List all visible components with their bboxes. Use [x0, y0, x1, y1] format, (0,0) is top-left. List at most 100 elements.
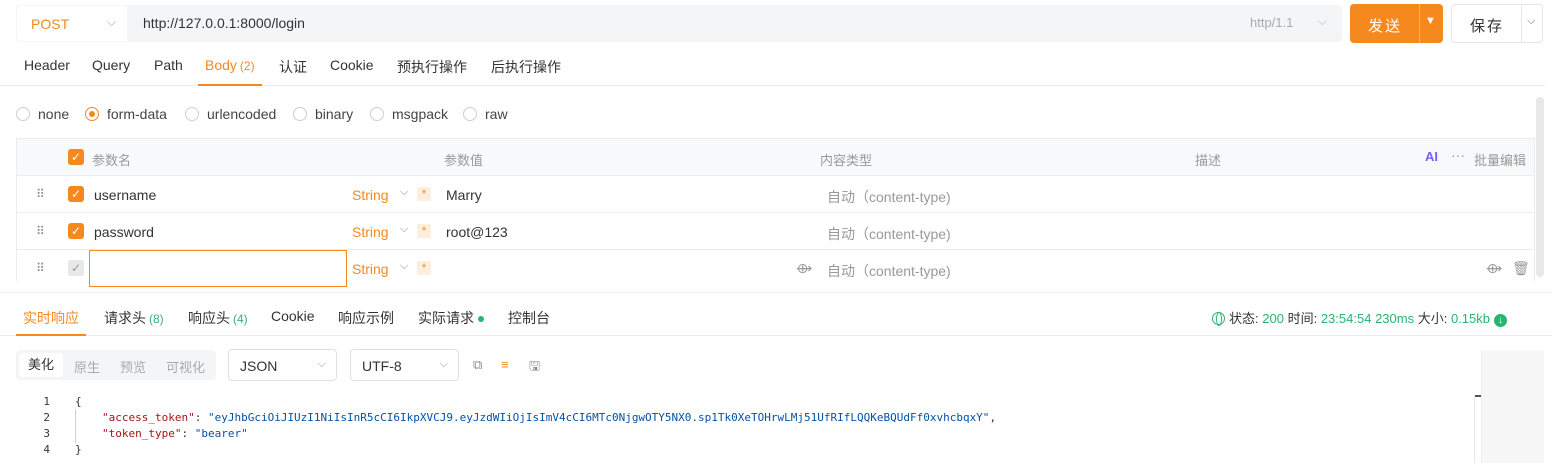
url-bar: POST ⌵ http://127.0.0.1:8000/login http/…: [16, 5, 1342, 42]
param-name-input[interactable]: [89, 250, 347, 287]
download-icon[interactable]: ↓: [1494, 314, 1508, 327]
tab-cookie[interactable]: Cookie: [271, 308, 315, 336]
param-value[interactable]: Marry: [446, 187, 482, 203]
tab-console[interactable]: 控制台: [508, 308, 550, 336]
row-checkbox[interactable]: ✓: [68, 260, 84, 276]
view-mode-preview[interactable]: 预览: [120, 357, 146, 376]
column-header-value: 参数值: [444, 153, 484, 168]
send-button[interactable]: 发送 ▼: [1350, 4, 1443, 43]
save-label: 保存: [1470, 18, 1505, 35]
more-icon[interactable]: ···: [1451, 147, 1465, 163]
divider: [1521, 5, 1522, 42]
status-dot-icon: [478, 316, 484, 323]
code-line: {: [75, 395, 82, 408]
save-icon[interactable]: 🖫: [529, 357, 540, 379]
select-all-checkbox[interactable]: ✓: [68, 149, 84, 165]
variable-icon[interactable]: ⟴: [1486, 260, 1502, 277]
view-mode-pretty[interactable]: 美化: [19, 353, 63, 377]
tab-label: Path: [154, 57, 183, 73]
tab-pre-request[interactable]: 预执行操作: [397, 57, 467, 86]
json-string: "bearer": [194, 427, 248, 440]
line-number: 3: [43, 427, 50, 440]
tab-path[interactable]: Path: [154, 57, 183, 86]
tab-count: (4): [233, 312, 248, 326]
status-code: 200: [1262, 311, 1284, 326]
tab-label: 实时响应: [23, 310, 79, 326]
param-content-type[interactable]: 自动（content-type): [827, 187, 951, 207]
status-label: 状态:: [1229, 311, 1259, 326]
tab-response-examples[interactable]: 响应示例: [338, 308, 394, 336]
code-line: "access_token": "eyJhbGciOiJIUzI1NiIsInR…: [102, 411, 997, 424]
radio-label: none: [38, 106, 70, 122]
protocol-select[interactable]: http/1.1: [1250, 15, 1293, 30]
ai-icon[interactable]: AI: [1425, 149, 1438, 164]
encoding-select[interactable]: UTF-8 ⌵: [350, 349, 459, 381]
row-checkbox[interactable]: ✓: [68, 186, 84, 202]
send-options-chevron-icon[interactable]: ▼: [1425, 15, 1436, 27]
url-input[interactable]: http://127.0.0.1:8000/login: [143, 15, 305, 31]
drag-handle-icon[interactable]: ⠿: [36, 225, 46, 237]
divider: [1419, 4, 1420, 43]
chevron-down-icon: ⌵: [400, 260, 409, 272]
param-value[interactable]: root@123: [446, 224, 508, 240]
param-type-select[interactable]: String: [352, 224, 389, 240]
size-label: 大小:: [1417, 311, 1448, 326]
radio-circle: [370, 107, 384, 121]
view-mode-visualize[interactable]: 可视化: [166, 357, 205, 376]
drag-handle-icon[interactable]: ⠿: [36, 262, 46, 274]
column-header-content-type: 内容类型: [820, 153, 873, 168]
radio-circle: [185, 107, 199, 121]
param-type-select[interactable]: String: [352, 261, 389, 277]
json-string: "eyJhbGciOiJIUzI1NiIsInR5cCI6IkpXVCJ9.ey…: [207, 411, 990, 424]
tab-query[interactable]: Query: [92, 57, 130, 86]
tab-label: Body: [205, 57, 237, 73]
radio-label: msgpack: [392, 106, 449, 122]
tab-live-response[interactable]: 实时响应: [16, 308, 86, 336]
wrap-icon[interactable]: ≡: [501, 357, 509, 372]
tab-response-headers[interactable]: 响应头 (4): [188, 308, 248, 336]
required-toggle[interactable]: *: [417, 187, 431, 201]
chevron-down-icon: ⌵: [317, 358, 326, 370]
divider: [0, 292, 1552, 293]
param-name[interactable]: password: [94, 224, 154, 240]
tab-body[interactable]: Body (2): [198, 57, 262, 86]
tab-header[interactable]: Header: [24, 57, 70, 86]
format-select[interactable]: JSON ⌵: [228, 349, 337, 381]
drag-handle-icon[interactable]: ⠿: [36, 188, 46, 200]
save-button[interactable]: 保存 ⌵: [1451, 4, 1543, 43]
tab-count: (8): [149, 312, 164, 326]
code-line: }: [75, 443, 82, 456]
view-mode-raw[interactable]: 原生: [74, 357, 100, 376]
scrollbar[interactable]: [1474, 395, 1482, 463]
tab-label: 控制台: [508, 310, 550, 326]
tab-post-request[interactable]: 后执行操作: [491, 57, 561, 86]
line-number: 4: [43, 443, 50, 456]
code-line: "token_type": "bearer": [102, 427, 248, 440]
response-code-view[interactable]: 1 2 3 4 { "access_token": "eyJhbGciOiJIU…: [0, 393, 1474, 463]
json-key: "access_token": [102, 411, 195, 424]
method-select[interactable]: POST ⌵: [17, 6, 127, 41]
params-table-header: ✓ 参数名 参数值 内容类型 描述 AI ··· 批量编辑: [17, 139, 1534, 176]
required-toggle[interactable]: *: [417, 224, 431, 238]
delete-icon[interactable]: 🗑: [1512, 260, 1530, 277]
required-toggle[interactable]: *: [417, 261, 431, 275]
param-type-select[interactable]: String: [352, 187, 389, 203]
copy-icon[interactable]: ⧉: [473, 357, 482, 373]
param-name[interactable]: username: [94, 187, 156, 203]
save-options-chevron-icon[interactable]: ⌵: [1527, 15, 1535, 28]
param-content-type[interactable]: 自动（content-type): [827, 224, 951, 244]
encoding-value: UTF-8: [362, 358, 402, 374]
bulk-edit-button[interactable]: 批量编辑: [1474, 150, 1526, 169]
param-content-type[interactable]: 自动（content-type): [827, 261, 951, 281]
row-checkbox[interactable]: ✓: [68, 223, 84, 239]
tab-cookie[interactable]: Cookie: [330, 57, 374, 86]
variable-icon[interactable]: ⟴: [796, 260, 812, 277]
radio-label: form-data: [107, 106, 167, 122]
code-minimap[interactable]: [1481, 350, 1544, 463]
tab-label: 认证: [279, 59, 307, 75]
scrollbar[interactable]: [1536, 97, 1544, 277]
tab-label: Cookie: [271, 308, 315, 324]
tab-request-headers[interactable]: 请求头 (8): [104, 308, 164, 336]
tab-auth[interactable]: 认证: [279, 57, 307, 86]
tab-actual-request[interactable]: 实际请求: [418, 308, 484, 336]
